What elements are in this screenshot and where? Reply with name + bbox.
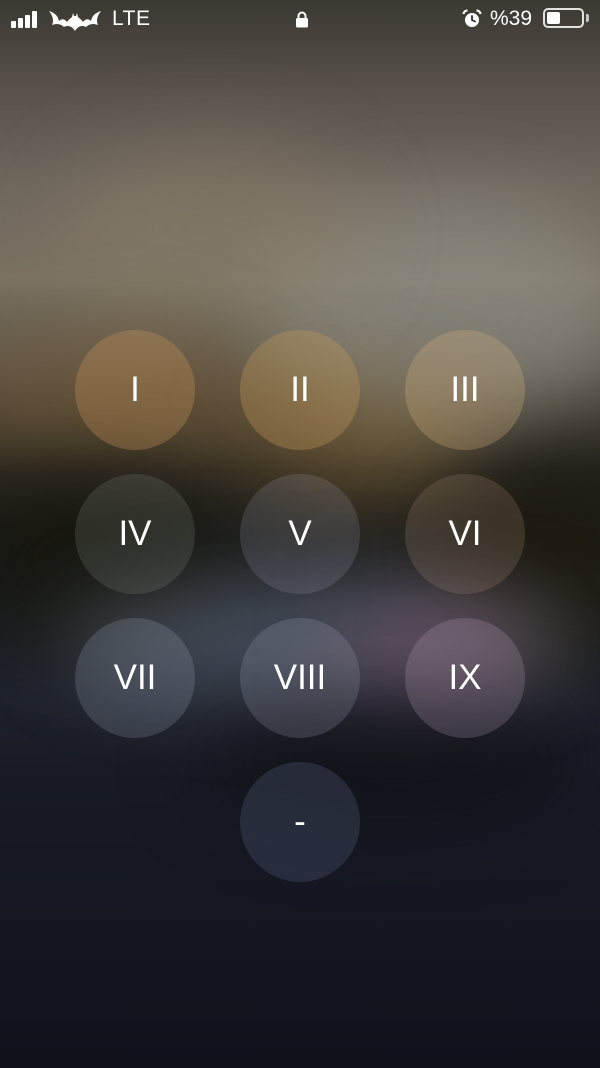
key-9[interactable]: IX	[405, 618, 525, 738]
key-6[interactable]: VI	[405, 474, 525, 594]
key-7[interactable]: VII	[75, 618, 195, 738]
key-2[interactable]: II	[240, 330, 360, 450]
key-8[interactable]: VIII	[240, 618, 360, 738]
key-0[interactable]: -	[240, 762, 360, 882]
passcode-keypad: I II III IV V VI VII VIII IX -	[0, 0, 600, 1068]
key-1[interactable]: I	[75, 330, 195, 450]
key-4[interactable]: IV	[75, 474, 195, 594]
key-3[interactable]: III	[405, 330, 525, 450]
key-5[interactable]: V	[240, 474, 360, 594]
